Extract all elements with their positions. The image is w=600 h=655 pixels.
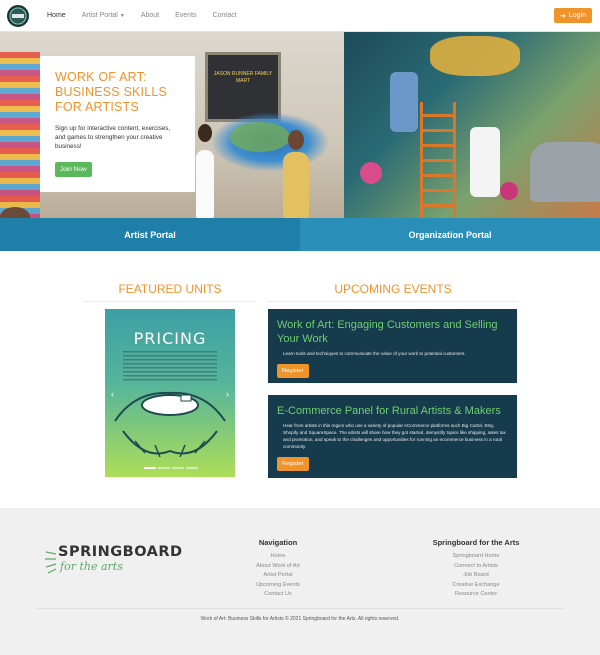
footer-link-job-board[interactable]: Job Board (416, 571, 536, 581)
event-description: Hear from artists in this region who use… (283, 423, 506, 449)
footer-link-artist-portal[interactable]: Artist Portal (218, 571, 338, 581)
footer-link-contact[interactable]: Contact Us (218, 590, 338, 600)
hero-title: WORK OF ART: BUSINESS SKILLS FOR ARTISTS (55, 70, 168, 114)
hero-photo-right (344, 32, 600, 218)
copyright-text: Work of Art: Business Skills for Artists… (200, 616, 400, 622)
mural-flower (360, 162, 382, 184)
join-now-button[interactable]: Join Now (55, 162, 92, 177)
register-button[interactable]: Register (277, 457, 309, 471)
footer-link-upcoming-events[interactable]: Upcoming Events (218, 581, 338, 591)
mural-sign (430, 36, 520, 76)
nav-about-label: About (140, 12, 160, 19)
footer-springboard: Springboard for the Arts Springboard Hom… (416, 538, 536, 600)
footer-navigation: Navigation Home About Work of Art Artist… (218, 538, 338, 600)
hero-text: Sign up for interactive content, exercis… (55, 125, 171, 150)
nav-artist-portal-label: Artist Portal (81, 12, 118, 19)
person-painting (390, 72, 418, 132)
nav-contact-link[interactable]: Contact (213, 12, 237, 19)
carousel-prev-icon[interactable]: ‹ (111, 389, 114, 399)
mural-window-text: JASON RUNNER FAMILY MART (213, 71, 273, 84)
footer-link-home[interactable]: Home (218, 552, 338, 562)
nav-about-link[interactable]: About (141, 12, 159, 19)
sun-rays-icon (45, 551, 57, 574)
hero-card: WORK OF ART: BUSINESS SKILLS FOR ARTISTS… (40, 56, 195, 192)
featured-units-carousel[interactable]: PRICING ‹ › (105, 309, 235, 477)
login-button[interactable]: ➜ Login (553, 8, 592, 23)
mural-stripes (0, 52, 40, 218)
caret-down-icon: ▼ (119, 12, 125, 19)
navbar: Home Artist Portal ▼ About Events Contact… (0, 0, 600, 32)
sign-in-icon: ➜ (559, 12, 566, 20)
person-painting (283, 152, 309, 218)
carousel-slide-title: PRICING (133, 329, 207, 348)
springboard-logo[interactable]: SPRINGBOARD for the arts (44, 544, 183, 594)
hero-banner: JASON RUNNER FAMILY MART WORK OF ART: BU… (0, 32, 600, 218)
featured-units-heading: FEATURED UNITS (118, 282, 222, 296)
upcoming-events-heading: UPCOMING EVENTS (334, 282, 452, 296)
footer-link-springboard-home[interactable]: Springboard Home (416, 552, 536, 562)
nav-home-link[interactable]: Home (47, 12, 66, 19)
register-button[interactable]: Register (277, 364, 309, 378)
footer-divider (36, 608, 564, 609)
event-title: E-Commerce Panel for Rural Artists & Mak… (277, 405, 501, 417)
divider (268, 301, 518, 302)
portal-bar: Artist Portal Organization Portal (0, 218, 600, 251)
footer-springboard-heading: Springboard for the Arts (432, 538, 520, 547)
mural-flower (500, 182, 518, 200)
footer-link-connect-artists[interactable]: Connect to Artists (416, 562, 536, 572)
carousel-indicator[interactable] (158, 467, 170, 469)
person-painting (470, 127, 500, 197)
footer-link-resource-center[interactable]: Resource Center (416, 590, 536, 600)
logo-top-text: SPRINGBOARD (58, 544, 183, 560)
footer-link-creative-exchange[interactable]: Creative Exchange (416, 581, 536, 591)
person-head (288, 130, 304, 150)
footer: SPRINGBOARD for the arts Navigation Home… (0, 508, 600, 655)
parked-car (530, 142, 600, 202)
event-title: Work of Art: Engaging Customers and Sell… (277, 319, 498, 345)
nav-links: Home Artist Portal ▼ About Events Contact (39, 12, 245, 19)
footer-nav-heading: Navigation (258, 538, 298, 547)
event-description: Learn tools and techniques to communicat… (283, 351, 466, 356)
nav-events-label: Events (175, 12, 197, 19)
mural-green-wing (230, 122, 290, 152)
login-label: Login (568, 12, 586, 19)
organization-portal-button[interactable]: Organization Portal (300, 218, 600, 251)
carousel-next-icon[interactable]: › (226, 389, 229, 399)
divider (84, 301, 256, 302)
person-head (198, 124, 212, 142)
nav-home-label: Home (47, 12, 66, 19)
logo-bottom-text: for the arts (60, 560, 123, 573)
artist-portal-button[interactable]: Artist Portal (0, 218, 300, 251)
event-card: Work of Art: Engaging Customers and Sell… (268, 309, 517, 383)
nav-artist-portal-dropdown[interactable]: Artist Portal ▼ (82, 12, 125, 19)
carousel-indicator[interactable] (144, 467, 156, 469)
carousel-slide-text (123, 351, 217, 381)
carousel-indicator[interactable] (186, 467, 198, 469)
person-painting (196, 150, 214, 218)
nav-events-link[interactable]: Events (175, 12, 196, 19)
hands-holding-tag-illustration (114, 391, 226, 458)
ladder (420, 102, 456, 218)
footer-link-about[interactable]: About Work of Art (218, 562, 338, 572)
work-of-art-logo[interactable] (7, 4, 29, 27)
carousel-indicators (143, 467, 199, 469)
carousel-indicator[interactable] (172, 467, 184, 469)
event-card: E-Commerce Panel for Rural Artists & Mak… (268, 395, 517, 478)
nav-contact-label: Contact (212, 12, 237, 19)
